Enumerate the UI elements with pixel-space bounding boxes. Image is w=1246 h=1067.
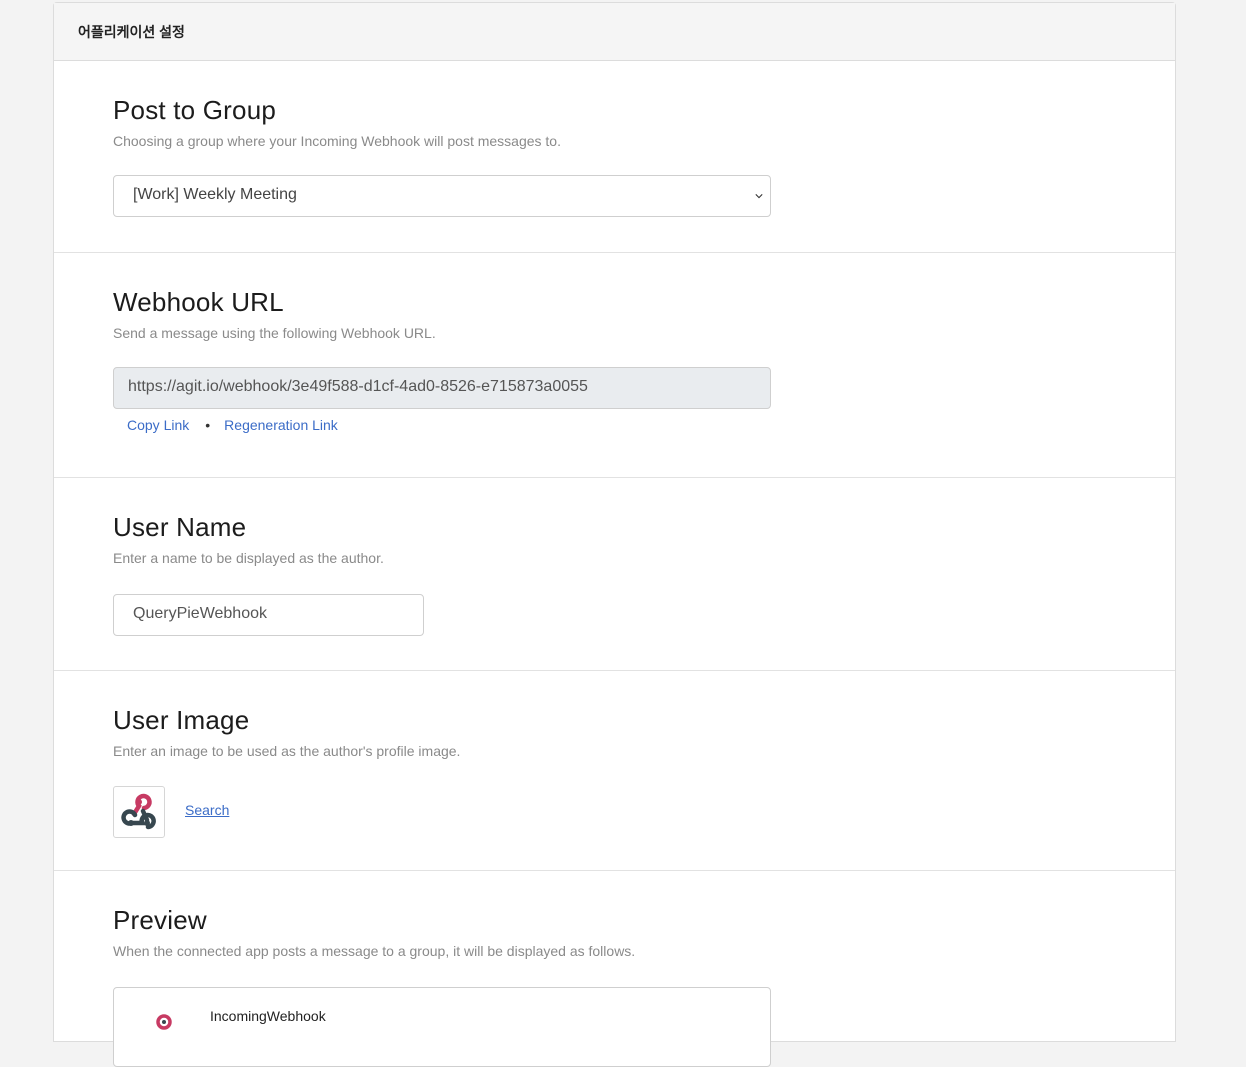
regeneration-link-button[interactable]: Regeneration Link bbox=[224, 417, 338, 433]
link-separator: • bbox=[205, 417, 211, 433]
preview-message-card: IncomingWebhook bbox=[113, 987, 771, 1067]
post-to-group-section: Post to Group Choosing a group where you… bbox=[54, 61, 1175, 253]
webhook-url-actions: Copy Link • Regeneration Link bbox=[127, 417, 338, 433]
user-name-value: QueryPieWebhook bbox=[133, 605, 267, 622]
user-name-section: User Name Enter a name to be displayed a… bbox=[54, 478, 1175, 671]
webhook-icon bbox=[156, 1014, 172, 1030]
panel-header-title: 어플리케이션 설정 bbox=[54, 3, 1175, 61]
search-image-link[interactable]: Search bbox=[185, 802, 229, 818]
section-title: User Image bbox=[113, 705, 250, 735]
section-title: Webhook URL bbox=[113, 287, 284, 317]
group-select[interactable]: [Work] Weekly Meeting bbox=[113, 175, 771, 217]
app-settings-panel: 어플리케이션 설정 Post to Group Choosing a group… bbox=[53, 2, 1176, 1067]
copy-link-button[interactable]: Copy Link bbox=[127, 417, 189, 433]
preview-author-name: IncomingWebhook bbox=[210, 1008, 326, 1024]
webhook-url-field[interactable]: https://agit.io/webhook/3e49f588-d1cf-4a… bbox=[113, 367, 771, 409]
user-image-section: User Image Enter an image to be used as … bbox=[54, 671, 1175, 871]
section-title: Preview bbox=[113, 905, 207, 935]
chevron-down-icon bbox=[755, 194, 763, 199]
group-select-value: [Work] Weekly Meeting bbox=[133, 186, 297, 203]
section-description: Choosing a group where your Incoming Web… bbox=[113, 133, 561, 149]
section-description: Enter an image to be used as the author'… bbox=[113, 743, 461, 759]
webhook-url-value: https://agit.io/webhook/3e49f588-d1cf-4a… bbox=[128, 378, 588, 395]
user-name-input[interactable]: QueryPieWebhook bbox=[113, 594, 424, 636]
section-description: Enter a name to be displayed as the auth… bbox=[113, 550, 384, 566]
webhook-url-section: Webhook URL Send a message using the fol… bbox=[54, 253, 1175, 478]
section-title: User Name bbox=[113, 512, 247, 542]
user-image-avatar[interactable] bbox=[113, 786, 165, 838]
section-title: Post to Group bbox=[113, 95, 277, 125]
webhook-icon bbox=[121, 793, 156, 830]
section-description: When the connected app posts a message t… bbox=[113, 943, 636, 959]
section-description: Send a message using the following Webho… bbox=[113, 325, 436, 341]
preview-section: Preview When the connected app posts a m… bbox=[54, 871, 1175, 1067]
